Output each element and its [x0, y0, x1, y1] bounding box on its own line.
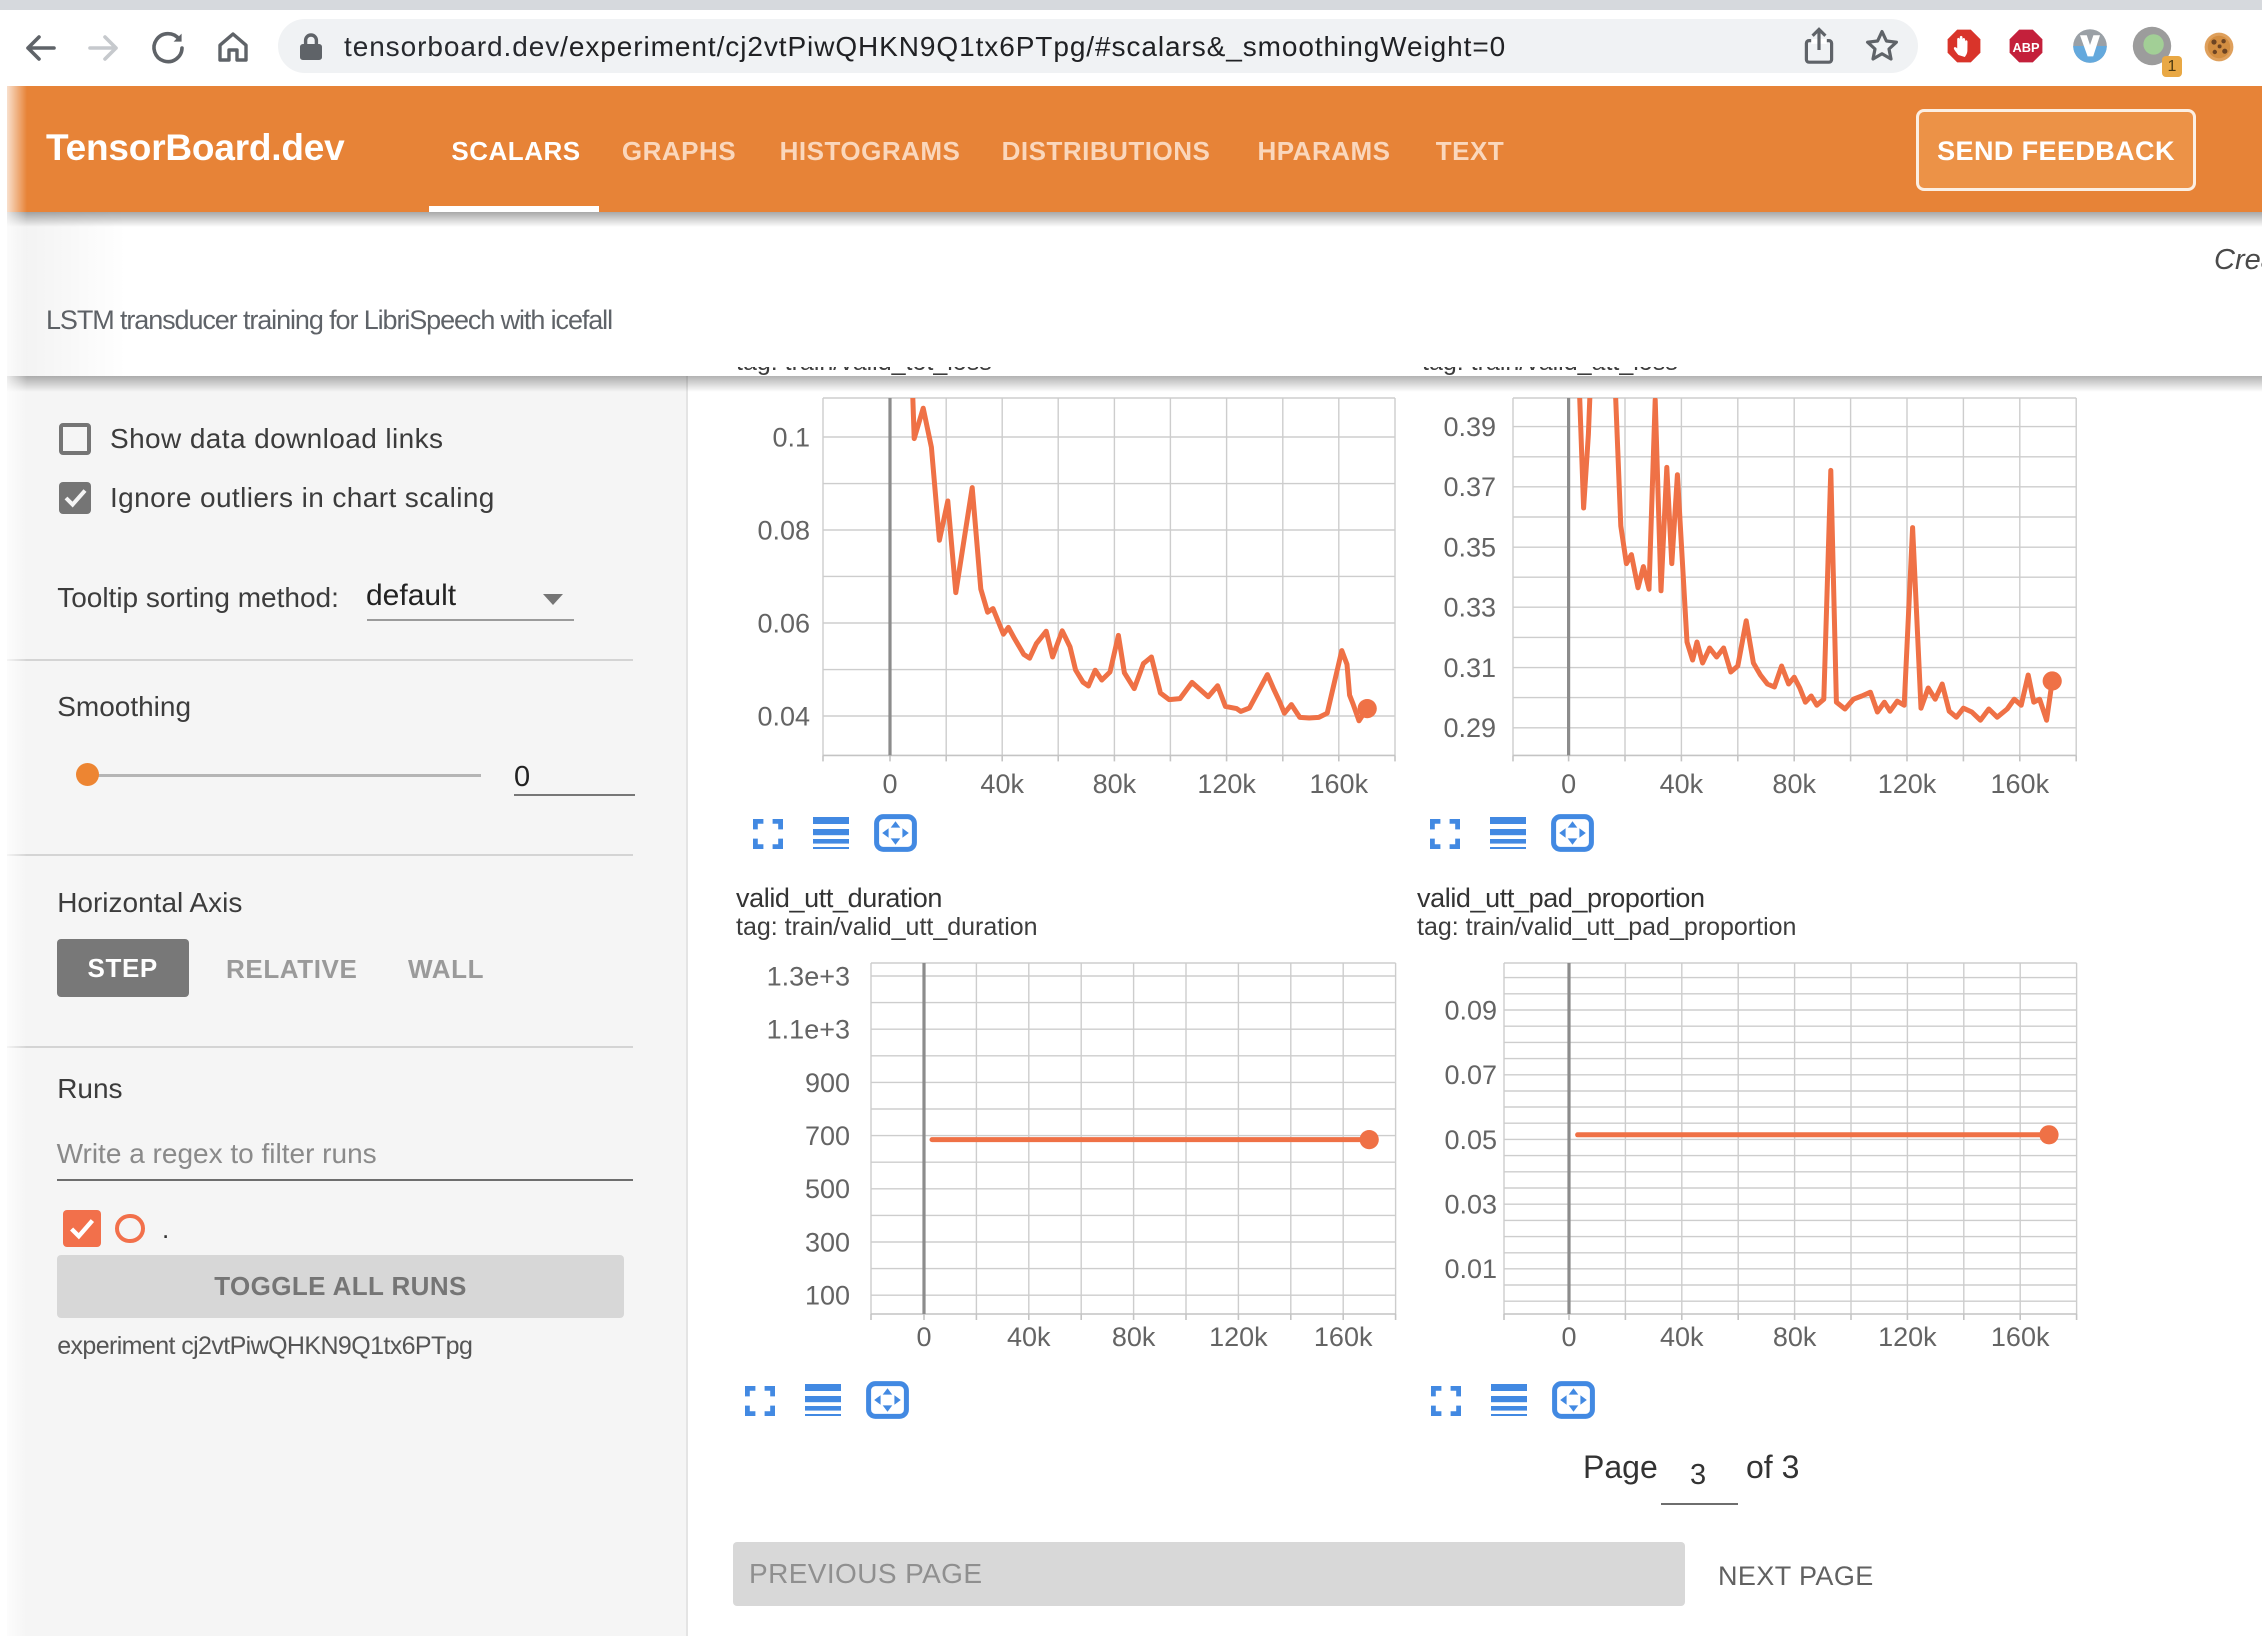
svg-text:120k: 120k	[1878, 769, 1937, 799]
svg-text:0.33: 0.33	[1443, 593, 1496, 623]
svg-text:160k: 160k	[1991, 1322, 2050, 1352]
svg-text:0.35: 0.35	[1443, 533, 1496, 563]
svg-text:80k: 80k	[1773, 1322, 1817, 1352]
svg-text:900: 900	[805, 1068, 850, 1098]
svg-text:0: 0	[1561, 769, 1576, 799]
svg-text:40k: 40k	[980, 769, 1024, 799]
svg-text:0: 0	[882, 769, 897, 799]
svg-text:0.39: 0.39	[1443, 412, 1496, 442]
svg-text:160k: 160k	[1310, 769, 1369, 799]
svg-text:1.3e+3: 1.3e+3	[767, 961, 850, 991]
svg-text:160k: 160k	[1314, 1322, 1373, 1352]
svg-text:40k: 40k	[1007, 1322, 1051, 1352]
svg-text:1.1e+3: 1.1e+3	[767, 1015, 850, 1045]
svg-text:0.31: 0.31	[1443, 653, 1496, 683]
svg-text:0.07: 0.07	[1444, 1060, 1497, 1090]
svg-text:0.04: 0.04	[757, 701, 810, 731]
svg-text:40k: 40k	[1660, 1322, 1704, 1352]
svg-text:0.37: 0.37	[1443, 472, 1496, 502]
svg-text:80k: 80k	[1093, 769, 1137, 799]
svg-text:0.05: 0.05	[1444, 1125, 1497, 1155]
svg-text:0.08: 0.08	[757, 515, 810, 545]
svg-text:0.09: 0.09	[1444, 995, 1497, 1025]
svg-text:160k: 160k	[1991, 769, 2050, 799]
svg-text:300: 300	[805, 1227, 850, 1257]
svg-text:700: 700	[805, 1121, 850, 1151]
svg-text:ABP: ABP	[2012, 40, 2039, 55]
svg-text:0.1: 0.1	[772, 422, 810, 452]
svg-text:0.01: 0.01	[1444, 1254, 1497, 1284]
svg-text:0: 0	[916, 1322, 931, 1352]
svg-text:120k: 120k	[1197, 769, 1256, 799]
svg-text:80k: 80k	[1772, 769, 1816, 799]
svg-text:80k: 80k	[1112, 1322, 1156, 1352]
svg-text:500: 500	[805, 1174, 850, 1204]
svg-text:0.06: 0.06	[757, 608, 810, 638]
svg-text:0: 0	[1561, 1322, 1576, 1352]
svg-text:0.29: 0.29	[1443, 713, 1496, 743]
svg-text:120k: 120k	[1878, 1322, 1937, 1352]
svg-text:120k: 120k	[1209, 1322, 1268, 1352]
svg-text:0.03: 0.03	[1444, 1189, 1497, 1219]
svg-text:100: 100	[805, 1281, 850, 1311]
svg-text:40k: 40k	[1660, 769, 1704, 799]
